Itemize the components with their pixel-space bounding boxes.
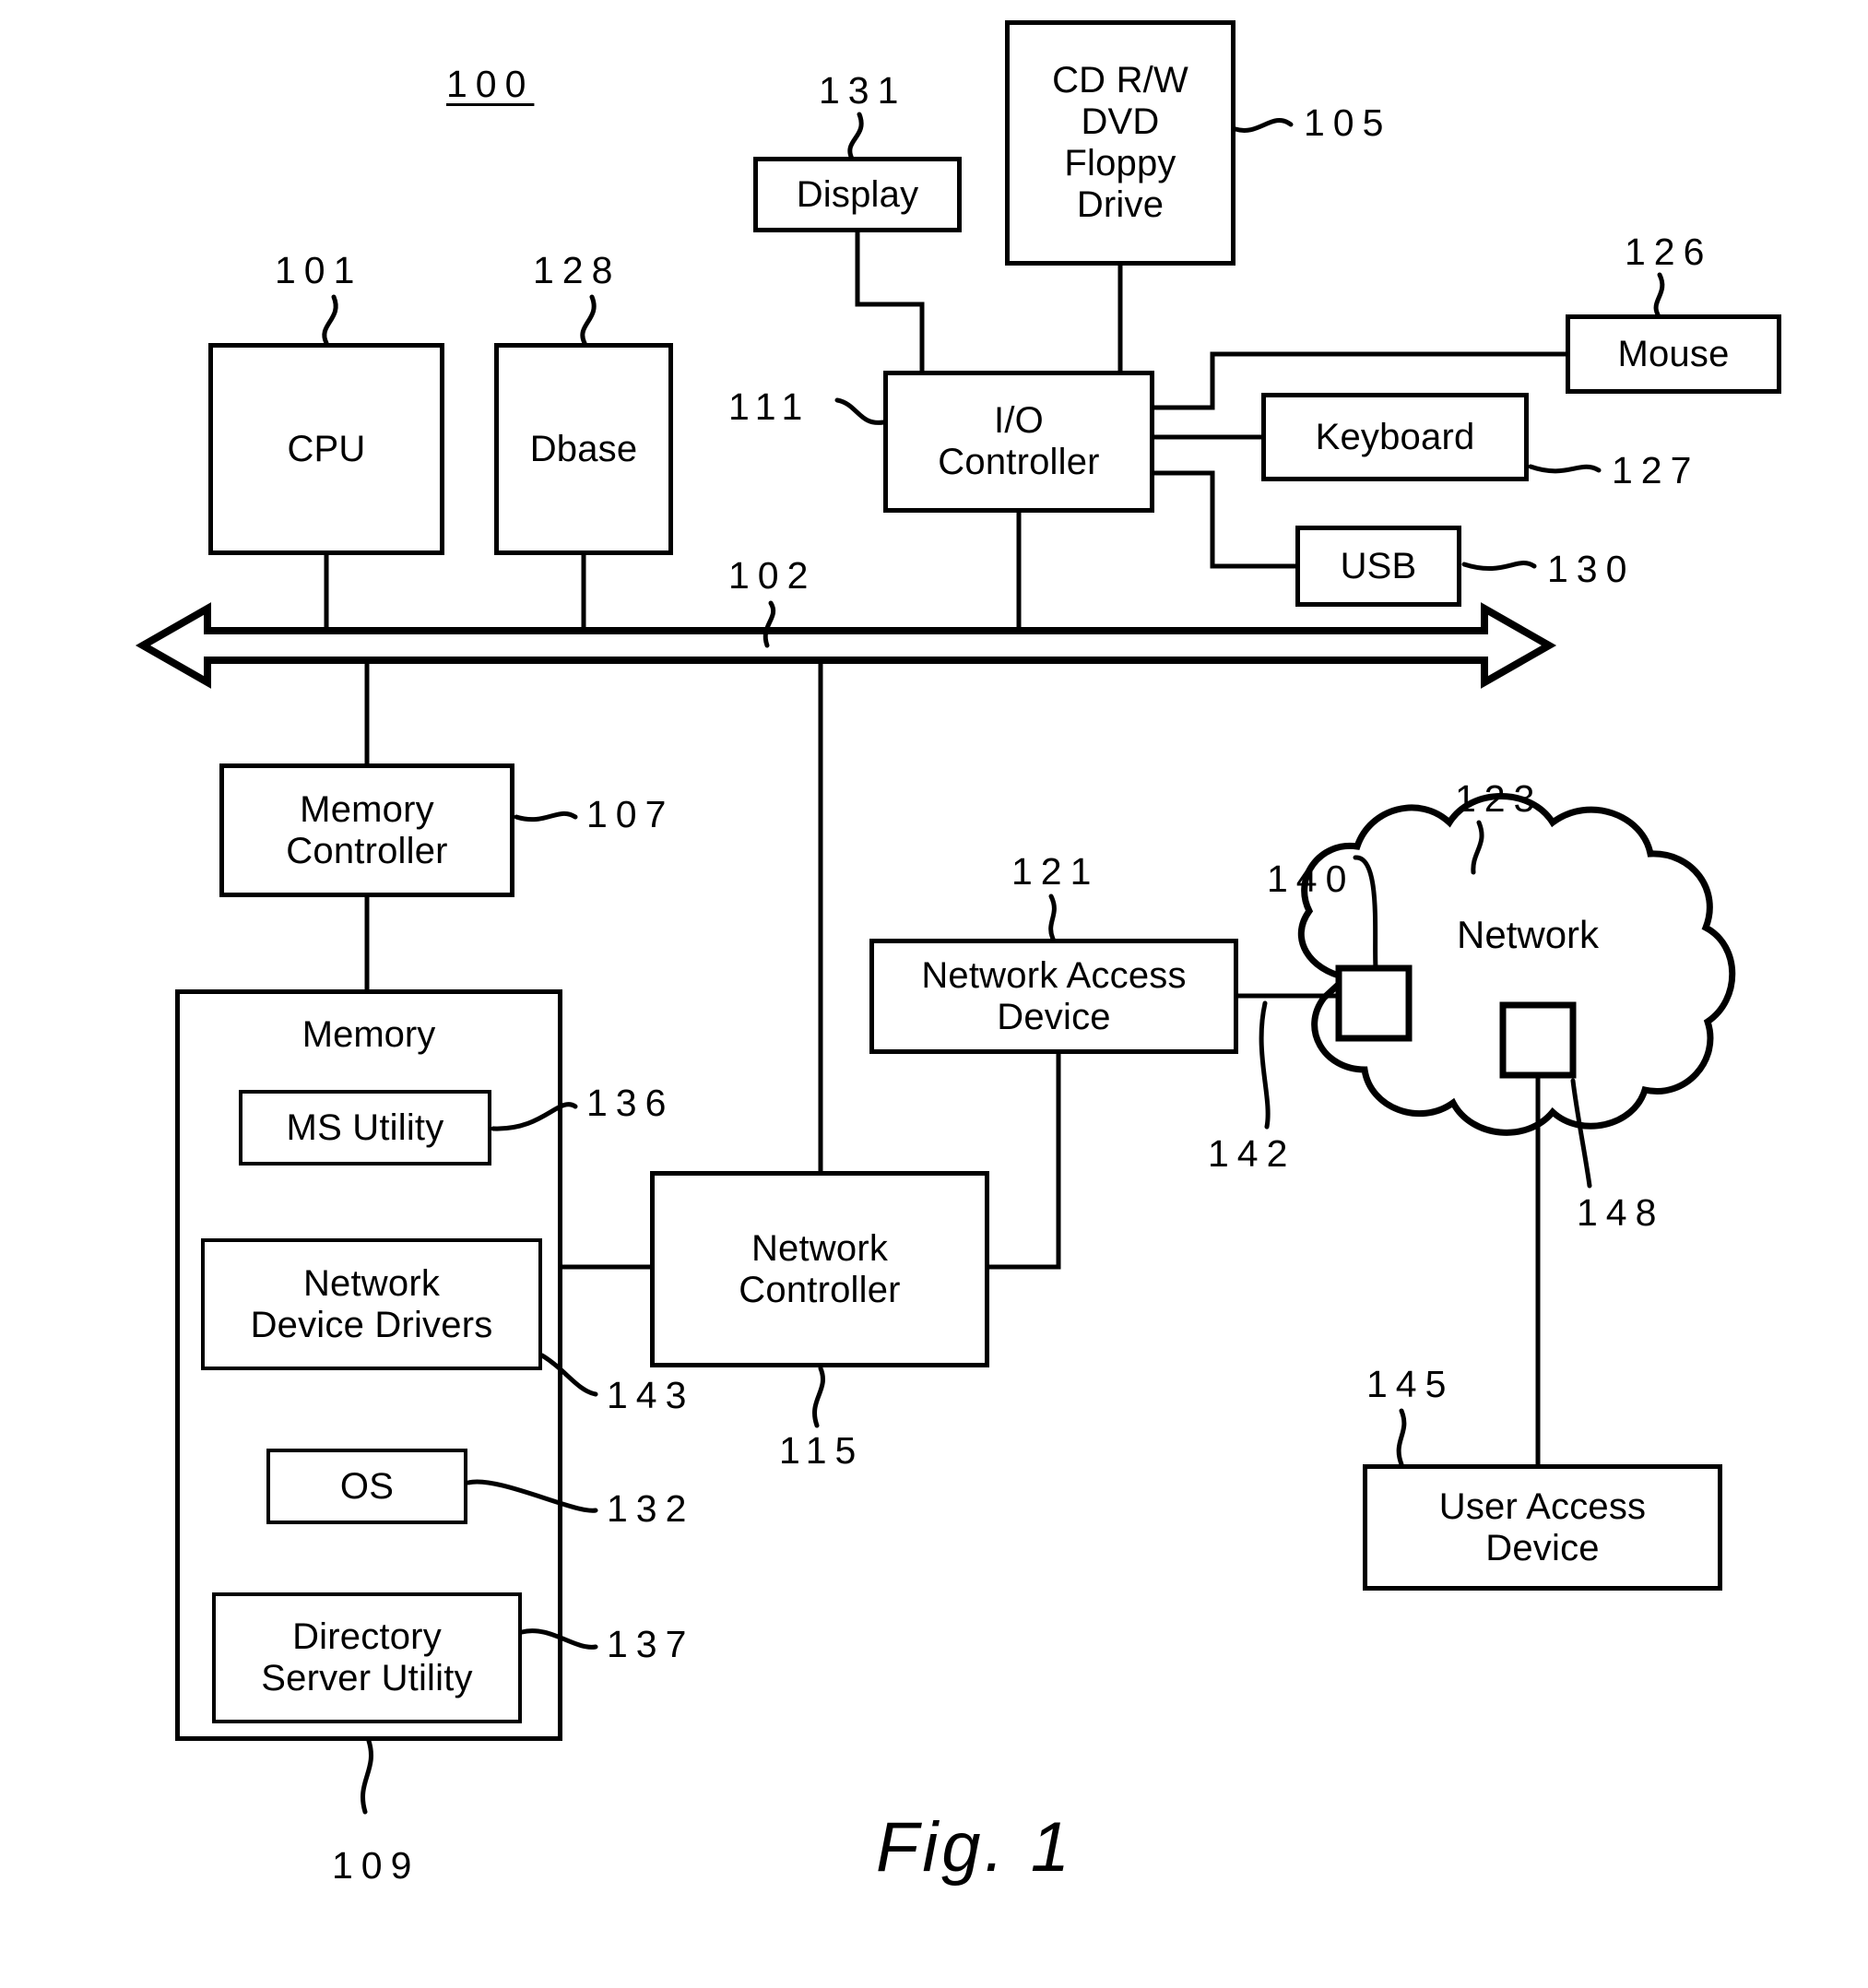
wire-display-to-io: [855, 230, 925, 373]
display-label: Display: [796, 173, 919, 215]
cpu-box: CPU: [208, 343, 444, 555]
network-controller-box: Network Controller: [650, 1171, 989, 1367]
network-access-device-box: Network Access Device: [869, 939, 1238, 1054]
leader-111: [834, 397, 886, 425]
optical-drive-label: CD R/W DVD Floppy Drive: [1052, 60, 1188, 225]
leader-142: [1259, 1000, 1271, 1130]
leader-107: [514, 811, 578, 822]
leader-105: [1233, 118, 1294, 133]
keyboard-box: Keyboard: [1261, 393, 1529, 481]
ms-utility-label: MS Utility: [286, 1106, 444, 1148]
io-controller-label: I/O Controller: [938, 400, 1100, 482]
cpu-label: CPU: [287, 428, 366, 469]
patent-figure-1: 100 Display 131 CD R/W DVD Floppy Drive …: [0, 0, 1868, 1988]
ref-115-network-controller: 115: [779, 1429, 865, 1472]
network-controller-label: Network Controller: [739, 1227, 901, 1310]
leader-127: [1528, 464, 1602, 474]
leader-101: [322, 294, 338, 346]
ref-143-network-device-drivers: 143: [607, 1374, 695, 1416]
figure-caption: Fig. 1: [876, 1808, 1074, 1887]
ref-109-memory: 109: [332, 1844, 420, 1887]
ref-131-display: 131: [819, 69, 907, 112]
ref-126-mouse: 126: [1625, 231, 1713, 273]
network-device-drivers-label: Network Device Drivers: [250, 1262, 493, 1345]
cloud-node-left-square: [1335, 964, 1413, 1042]
ref-127-keyboard: 127: [1612, 449, 1700, 491]
ref-130-usb: 130: [1547, 548, 1636, 590]
leader-123: [1471, 820, 1484, 875]
os-label: OS: [339, 1465, 395, 1507]
dbase-label: Dbase: [529, 428, 638, 469]
ref-128-dbase: 128: [533, 249, 621, 291]
cloud-node-right-square: [1499, 1001, 1577, 1079]
display-box: Display: [753, 157, 962, 232]
keyboard-label: Keyboard: [1315, 416, 1475, 457]
user-access-device-label: User Access Device: [1438, 1485, 1647, 1568]
leader-115: [812, 1366, 825, 1428]
ref-102-bus: 102: [728, 554, 817, 597]
leader-126: [1653, 272, 1665, 317]
leader-109: [361, 1738, 373, 1815]
ref-140-cloud-node-left: 140: [1267, 858, 1355, 900]
network-device-drivers-box: Network Device Drivers: [201, 1238, 542, 1370]
leader-102: [763, 600, 776, 648]
system-bus-arrow: [135, 602, 1557, 689]
memory-controller-box: Memory Controller: [219, 763, 514, 897]
ref-136-ms-utility: 136: [586, 1082, 675, 1124]
directory-server-utility-box: Directory Server Utility: [212, 1592, 522, 1723]
ref-123-network-cloud: 123: [1455, 777, 1543, 820]
mouse-box: Mouse: [1566, 314, 1781, 394]
wire-network-controller-to-nad: [987, 1051, 1061, 1270]
ref-111-io-controller: 111: [728, 385, 811, 428]
ref-132-os: 132: [607, 1487, 695, 1530]
wire-io-to-usb: [1152, 470, 1298, 569]
ref-137-directory-server-utility: 137: [607, 1623, 695, 1665]
network-cloud-shape: [1297, 793, 1736, 1136]
memory-controller-label: Memory Controller: [286, 788, 448, 871]
io-controller-box: I/O Controller: [883, 371, 1154, 513]
leader-148: [1570, 1078, 1592, 1189]
os-box: OS: [266, 1449, 467, 1524]
directory-server-utility-label: Directory Server Utility: [261, 1616, 473, 1698]
ref-121-network-access-device: 121: [1011, 850, 1100, 893]
user-access-device-box: User Access Device: [1363, 1464, 1722, 1591]
leader-140: [1353, 855, 1378, 971]
ref-145-user-access-device: 145: [1366, 1363, 1455, 1405]
ref-100-system: 100: [446, 63, 535, 105]
optical-drive-box: CD R/W DVD Floppy Drive: [1005, 20, 1235, 266]
memory-label: Memory: [301, 1014, 436, 1055]
leader-130: [1461, 561, 1537, 571]
leader-128: [580, 294, 597, 346]
leader-145: [1396, 1408, 1407, 1467]
mouse-label: Mouse: [1617, 333, 1730, 374]
usb-label: USB: [1340, 545, 1417, 586]
ref-148-cloud-node-right: 148: [1577, 1191, 1665, 1234]
network-cloud-label: Network: [1457, 913, 1600, 956]
dbase-box: Dbase: [494, 343, 673, 555]
ref-101-cpu: 101: [275, 249, 363, 291]
ref-142-cloud-link-left: 142: [1208, 1132, 1296, 1175]
network-access-device-label: Network Access Device: [921, 954, 1187, 1037]
ref-107-memory-controller: 107: [586, 793, 675, 835]
usb-box: USB: [1295, 526, 1461, 607]
leader-121: [1048, 893, 1057, 941]
leader-131: [847, 112, 864, 161]
ref-105-optical-drive: 105: [1304, 101, 1392, 144]
ms-utility-box: MS Utility: [239, 1090, 491, 1166]
